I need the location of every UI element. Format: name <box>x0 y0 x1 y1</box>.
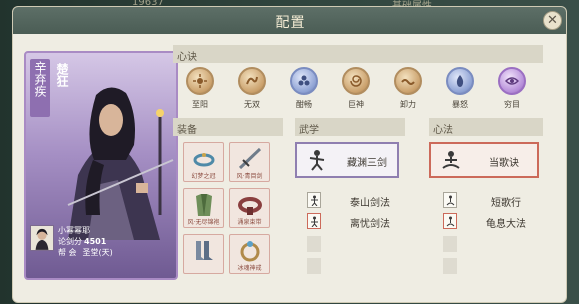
dialog-titlebar: 配置 ✕ <box>13 7 566 34</box>
skill-label: 暴怒 <box>452 100 468 109</box>
martial-empty-slot[interactable] <box>307 258 321 274</box>
section-xinjue: 心诀 <box>173 45 543 63</box>
martial-empty-slot[interactable] <box>307 236 321 252</box>
section-martial: 武学 <box>295 118 405 136</box>
character-portrait <box>67 87 174 240</box>
power-label: 论剑分 <box>58 237 82 246</box>
method-sub-skill[interactable]: 龟息大法 <box>443 213 543 231</box>
equipment-slot-ring[interactable]: 冰魂神戒 <box>229 234 270 274</box>
martial-sub-name: 离忧剑法 <box>350 219 390 230</box>
equipment-label: 冰魂神戒 <box>237 265 262 272</box>
player-info: 小幂幂耶 论剑分 4501 帮 会圣堂(天) <box>30 223 176 277</box>
martial-sub-name: 泰山剑法 <box>350 198 390 209</box>
equipment-label: 幻梦之冠 <box>191 173 216 180</box>
meditation-icon <box>442 151 460 169</box>
martial-pose-icon <box>309 150 325 171</box>
method-main-skill[interactable]: 当歌诀 <box>429 142 539 178</box>
guild-value: 圣堂(天) <box>82 248 113 257</box>
guild-label: 帮 会 <box>58 248 77 257</box>
crown-icon <box>193 153 215 167</box>
power-row: 论剑分 4501 <box>58 236 106 247</box>
section-equipment-label: 装备 <box>177 125 197 136</box>
skill-label: 至阳 <box>192 100 208 109</box>
martial-sub-skill[interactable]: 离忧剑法 <box>307 213 407 231</box>
sword-icon <box>238 147 262 170</box>
flower-emblem-icon <box>290 67 318 95</box>
flame-emblem-icon <box>446 67 474 95</box>
close-button[interactable]: ✕ <box>543 11 562 30</box>
method-sub-icon-box <box>443 213 457 229</box>
robe-icon <box>196 194 212 216</box>
boots-icon <box>196 241 213 260</box>
martial-sub-icon-box <box>307 213 321 229</box>
section-method-label: 心法 <box>433 125 453 136</box>
skill-slot[interactable]: 巨神 <box>335 67 375 115</box>
martial-sub-icon-box <box>307 192 321 208</box>
method-main-name: 当歌诀 <box>489 158 519 169</box>
martial-main-name: 藏渊三剑 <box>347 158 387 169</box>
ring-icon <box>240 241 260 262</box>
skill-label: 酣畅 <box>296 100 312 109</box>
dragon-emblem-icon <box>238 67 266 95</box>
martial-pose-icon <box>311 195 318 206</box>
equipment-slot-belt[interactable]: 涌泉束带 <box>229 188 270 228</box>
meditation-icon <box>446 195 455 206</box>
skill-slot[interactable]: 卸力 <box>387 67 427 115</box>
method-sub-icon-box <box>443 192 457 208</box>
equipment-grid: 幻梦之冠 风·青目剑 风·无尽锦袍 涌泉束带 冰魂神戒 <box>173 140 278 277</box>
skill-label: 巨神 <box>348 100 364 109</box>
character-title: 楚狂 <box>55 63 69 87</box>
meditation-icon <box>446 216 455 227</box>
character-name: 辛弃疾 <box>33 61 47 97</box>
equipment-slot-robe[interactable]: 风·无尽锦袍 <box>183 188 224 228</box>
guild-row: 帮 会圣堂(天) <box>58 247 113 258</box>
avatar-portrait-icon <box>31 226 53 250</box>
skill-slot[interactable]: 至阳 <box>179 67 219 115</box>
dialog-title: 配置 <box>275 15 306 31</box>
skill-slot[interactable]: 无双 <box>231 67 271 115</box>
skill-slot[interactable]: 暴怒 <box>439 67 479 115</box>
method-sub-name: 短歌行 <box>491 198 521 209</box>
method-sub-skill[interactable]: 短歌行 <box>443 192 543 210</box>
method-sub-name: 龟息大法 <box>486 219 526 230</box>
section-equipment: 装备 <box>173 118 283 136</box>
belt-icon <box>238 197 262 215</box>
method-empty-slot[interactable] <box>443 258 457 274</box>
skill-label: 卸力 <box>400 100 416 109</box>
equipment-label: 涌泉束带 <box>237 219 262 226</box>
equipment-slot-weapon[interactable]: 风·青目剑 <box>229 142 270 182</box>
sun-emblem-icon <box>186 67 214 95</box>
swirl-emblem-icon <box>342 67 370 95</box>
section-xinjue-label: 心诀 <box>177 52 197 63</box>
section-method: 心法 <box>429 118 543 136</box>
method-empty-slot[interactable] <box>443 236 457 252</box>
skill-slot[interactable]: 酣畅 <box>283 67 323 115</box>
avatar[interactable] <box>30 225 54 251</box>
section-martial-label: 武学 <box>299 125 319 136</box>
equipment-slot-boots[interactable] <box>183 234 224 274</box>
close-icon: ✕ <box>547 13 558 28</box>
skill-label: 无双 <box>244 100 260 109</box>
eye-emblem-icon <box>498 67 526 95</box>
martial-sub-skill[interactable]: 泰山剑法 <box>307 192 407 210</box>
equipment-slot-crown[interactable]: 幻梦之冠 <box>183 142 224 182</box>
xinjue-skill-list: 至阳 无双 酣畅 巨神 卸力 暴怒 穷目 <box>173 67 543 117</box>
skill-slot[interactable]: 穷目 <box>491 67 531 115</box>
character-card[interactable]: 辛弃疾 楚狂 小幂幂耶 论剑分 4501 帮 会圣堂(天) <box>24 51 178 280</box>
martial-main-skill[interactable]: 藏渊三剑 <box>295 142 399 178</box>
equipment-label: 风·青目剑 <box>236 173 263 180</box>
equipment-label: 风·无尽锦袍 <box>187 219 220 226</box>
martial-pose-icon <box>311 216 318 227</box>
player-name: 小幂幂耶 <box>58 226 90 235</box>
skill-label: 穷目 <box>504 100 520 109</box>
wave-emblem-icon <box>394 67 422 95</box>
power-value: 4501 <box>84 237 107 246</box>
